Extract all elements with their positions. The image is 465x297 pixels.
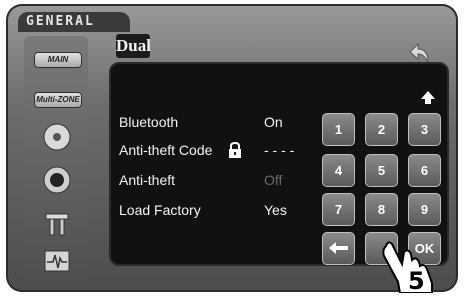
step-number: 5 xyxy=(408,267,425,295)
sidebar-item-multizone[interactable]: Multi-ZONE xyxy=(34,92,82,108)
keypad-key-8[interactable]: 8 xyxy=(365,193,398,226)
speaker-icon[interactable] xyxy=(42,165,72,195)
up-arrow-icon[interactable] xyxy=(421,91,435,104)
keypad-key-9[interactable]: 9 xyxy=(408,193,441,226)
brand-logo: Dual xyxy=(116,34,151,58)
setting-value-antitheft: Off xyxy=(264,172,283,188)
disc-icon[interactable] xyxy=(42,122,72,152)
setting-label-load-factory[interactable]: Load Factory xyxy=(119,202,201,218)
keypad-key-4[interactable]: 4 xyxy=(322,154,355,187)
lock-icon xyxy=(229,142,241,158)
keypad-key-6[interactable]: 6 xyxy=(408,154,441,187)
keypad-key-3[interactable]: 3 xyxy=(408,113,441,146)
waveform-icon[interactable] xyxy=(42,246,72,276)
setting-label-antitheft[interactable]: Anti-theft xyxy=(119,172,175,188)
sidebar-item-main[interactable]: MAIN xyxy=(34,52,82,68)
setting-label-bluetooth[interactable]: Bluetooth xyxy=(119,114,178,130)
keypad-key-5[interactable]: 5 xyxy=(365,154,398,187)
keypad-key-7[interactable]: 7 xyxy=(322,193,355,226)
keypad-key-1[interactable]: 1 xyxy=(322,113,355,146)
setting-label-antitheft-code[interactable]: Anti-theft Code xyxy=(119,142,212,158)
backspace-key[interactable] xyxy=(322,232,355,265)
keypad-key-2[interactable]: 2 xyxy=(365,113,398,146)
settings-screen xyxy=(109,62,449,266)
sidebar: MAIN Multi-ZONE xyxy=(24,36,88,282)
tools-icon[interactable] xyxy=(42,208,72,238)
setting-value-load-factory[interactable]: Yes xyxy=(264,202,287,218)
left-arrow-icon xyxy=(329,242,348,254)
setting-value-bluetooth[interactable]: On xyxy=(264,114,283,130)
page-title: GENERAL xyxy=(26,14,95,29)
setting-value-antitheft-code[interactable]: - - - - xyxy=(264,142,294,158)
